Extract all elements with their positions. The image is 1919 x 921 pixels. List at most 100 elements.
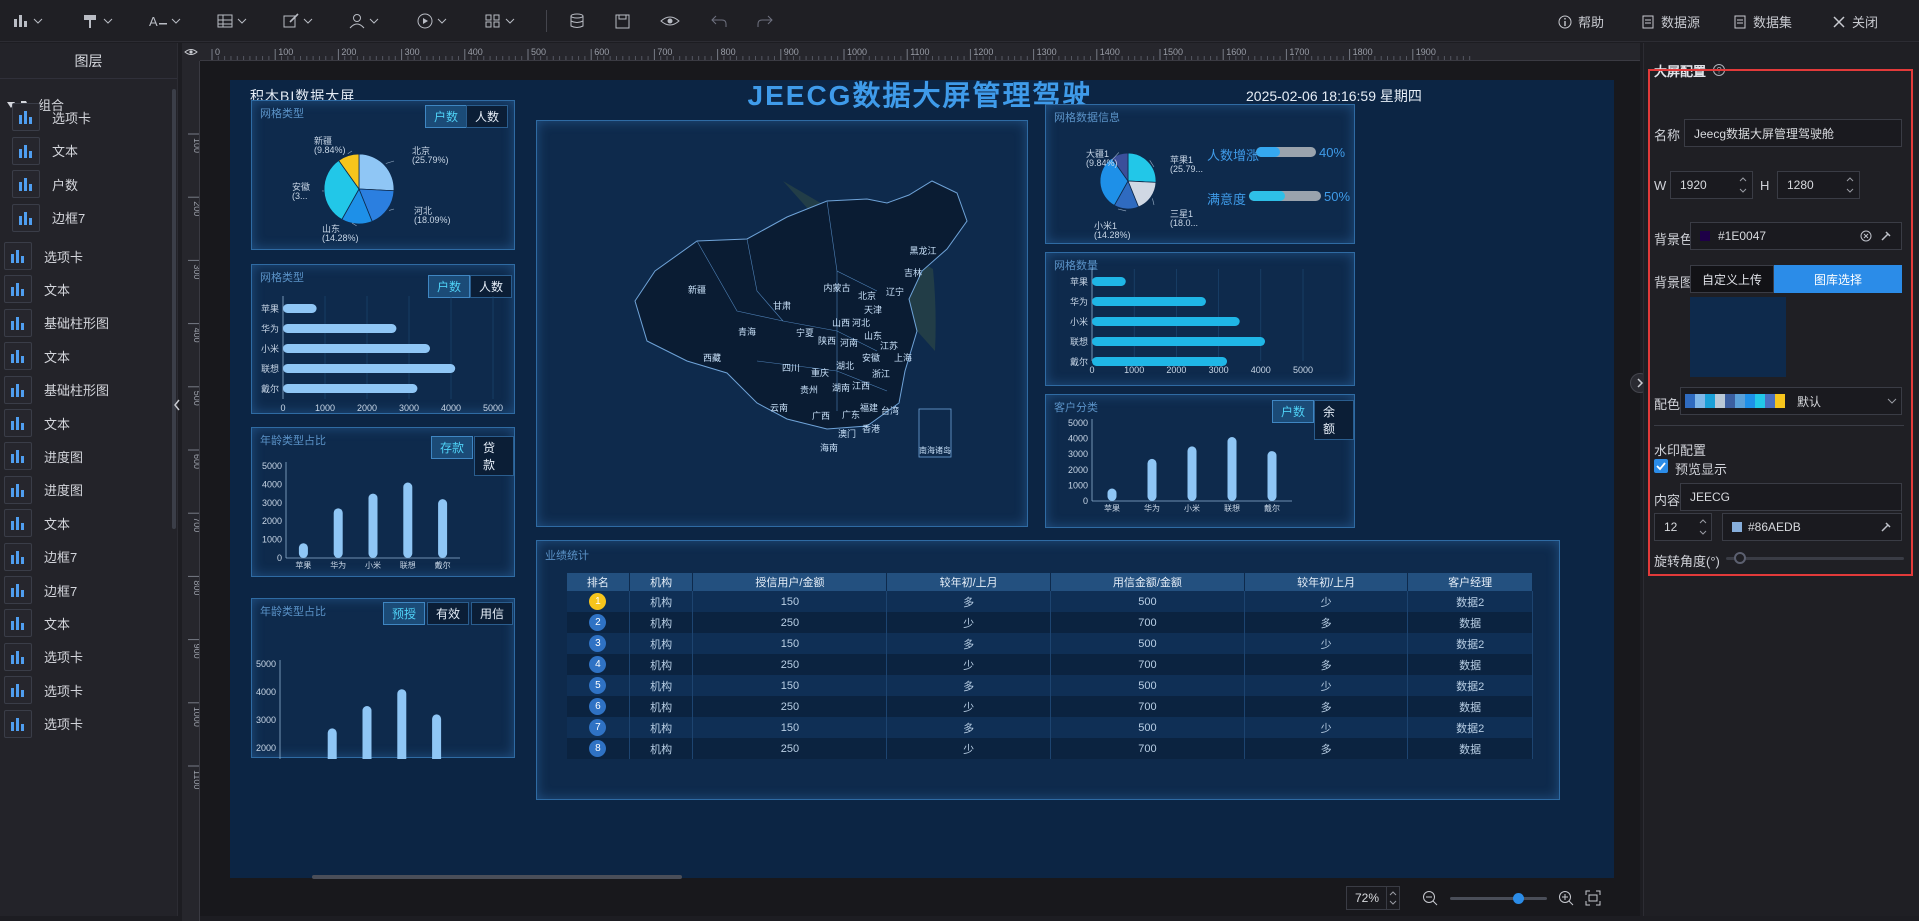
custom-upload-button[interactable]: 自定义上传: [1690, 265, 1774, 293]
pie-pct: (25.79%): [412, 155, 449, 165]
width-value: 1920: [1680, 178, 1707, 192]
stepper-arrows-icon[interactable]: [1737, 174, 1749, 196]
rotate-slider[interactable]: [1726, 557, 1904, 560]
bar: [283, 344, 430, 353]
name-input[interactable]: Jeecg数据大屏管理驾驶舱: [1684, 119, 1902, 147]
tick-label: 2000: [262, 516, 282, 526]
layer-item[interactable]: 边框7: [12, 204, 85, 232]
stepper-arrows-icon[interactable]: [1844, 174, 1856, 196]
bar-chart-icon: [12, 137, 40, 165]
big-screen-canvas[interactable]: 积木BI数据大屏 JEECG数据大屏管理驾驶舱 2025-02-06 18:16…: [230, 80, 1614, 880]
table-cell: 3: [567, 633, 629, 654]
panel-age-ratio-bar-2[interactable]: 年龄类型占比 预授 有效 用信 2000300040005000: [251, 598, 515, 758]
close-button[interactable]: 关闭: [1832, 12, 1878, 31]
palette-swatch: [1705, 394, 1715, 408]
zoom-slider-handle[interactable]: [1513, 893, 1524, 904]
panel-grid-type-pie[interactable]: 网格类型 户数 人数 北京(25.79%)河北(18.09%)山东(14.28%…: [251, 100, 515, 250]
user-menu-button[interactable]: [348, 10, 379, 32]
zoom-out-icon[interactable]: [1422, 890, 1438, 906]
layer-item[interactable]: 文本: [4, 609, 70, 637]
province-label: 青海: [738, 326, 756, 337]
panel-age-ratio-bar[interactable]: 年龄类型占比 存款 贷款 010002000300040005000苹果华为小米…: [251, 427, 515, 577]
save-button[interactable]: [614, 10, 632, 32]
panel-grid-count[interactable]: 网格数量 010002000300040005000苹果华为小米联想戴尔: [1045, 252, 1355, 386]
bar: [369, 494, 378, 558]
panel-china-map[interactable]: 新疆西藏青海甘肃内蒙古黑龙江吉林辽宁北京天津河北山西陕西宁夏山东河南四川重庆湖北…: [536, 120, 1028, 527]
layer-item[interactable]: 选项卡: [4, 676, 83, 704]
bg-image-preview[interactable]: [1690, 297, 1786, 377]
media-menu-button[interactable]: [416, 10, 447, 32]
layer-item[interactable]: 选项卡: [12, 103, 91, 131]
watermark-color-picker[interactable]: #86AEDB: [1722, 513, 1902, 541]
layer-item-label: 户数: [52, 175, 78, 194]
layer-item[interactable]: 进度图: [4, 442, 83, 470]
config-divider: [1654, 425, 1904, 426]
decoration-menu-button[interactable]: [82, 10, 113, 32]
toolbar-divider: [546, 10, 547, 32]
bar-chart-icon: [4, 309, 32, 337]
table-menu-button[interactable]: [216, 10, 247, 32]
eyedropper-icon[interactable]: [1880, 521, 1892, 533]
layer-item[interactable]: 基础柱形图: [4, 376, 109, 404]
palette-select[interactable]: 默认: [1680, 387, 1902, 415]
layer-item[interactable]: 选项卡: [4, 242, 83, 270]
layer-item[interactable]: 选项卡: [4, 643, 83, 671]
ruler-label: 800: [721, 47, 736, 57]
chart-menu-button[interactable]: [12, 10, 43, 32]
tick-label: 1000: [1124, 365, 1144, 375]
business-table: 排名机构授信用户/金额较年初/上月用信金额/金额较年初/上月客户经理 1机构15…: [567, 573, 1533, 759]
chevron-left-icon: [173, 399, 181, 411]
collapse-left-button[interactable]: [172, 383, 182, 427]
component-menu-button[interactable]: [484, 10, 515, 32]
table-cell: 数据2: [1408, 717, 1533, 738]
fit-screen-icon[interactable]: [1585, 890, 1601, 906]
watermark-content-input[interactable]: JEECG: [1680, 483, 1902, 511]
layer-item[interactable]: 边框7: [4, 543, 77, 571]
preview-button[interactable]: [660, 10, 680, 32]
layer-item[interactable]: 边框7: [4, 576, 77, 604]
redo-button[interactable]: [756, 10, 774, 32]
layer-item[interactable]: 文本: [4, 342, 70, 370]
datasource-button[interactable]: 数据源: [1641, 12, 1700, 31]
progress-label-satisfaction: 满意度: [1207, 189, 1246, 208]
layer-item-label: 选项卡: [52, 108, 91, 127]
province-label: 广西: [812, 410, 830, 421]
tick-label: 4000: [262, 479, 282, 489]
layer-item[interactable]: 文本: [12, 137, 78, 165]
category-label: 戴尔: [1264, 503, 1280, 513]
gallery-select-button[interactable]: 图库选择: [1774, 265, 1902, 293]
zoom-stepper[interactable]: [1386, 887, 1398, 909]
panel-grid-data-info[interactable]: 网格数据信息 苹果1(25.79...三星1(18.0...小米1(14.28%…: [1045, 104, 1355, 244]
layer-item[interactable]: 选项卡: [4, 710, 83, 738]
table-cell: 150: [693, 717, 887, 738]
help-button[interactable]: 帮助: [1558, 12, 1604, 31]
datasource-icon: [1641, 15, 1655, 29]
stepper-arrows-icon[interactable]: [1697, 516, 1709, 538]
layer-item[interactable]: 基础柱形图: [4, 309, 109, 337]
canvas-hscrollbar[interactable]: [312, 875, 682, 879]
undo-button[interactable]: [710, 10, 728, 32]
eyedropper-icon[interactable]: [1880, 230, 1892, 242]
panel-business-stats[interactable]: 业绩统计 排名机构授信用户/金额较年初/上月用信金额/金额较年初/上月客户经理 …: [536, 540, 1560, 800]
layer-item[interactable]: 文本: [4, 275, 70, 303]
layer-item[interactable]: 进度图: [4, 476, 83, 504]
bgcolor-picker[interactable]: #1E0047: [1690, 222, 1902, 250]
preview-checkbox[interactable]: [1654, 459, 1668, 473]
table-cell: 250: [693, 654, 887, 675]
layer-item[interactable]: 户数: [12, 170, 78, 198]
zoom-in-icon[interactable]: [1558, 890, 1574, 906]
layer-scrollbar[interactable]: [172, 89, 176, 529]
panel-customer-class[interactable]: 客户分类 户数 余额 010002000300040005000苹果华为小米联想…: [1045, 394, 1355, 528]
panel-grid-type-hbar[interactable]: 网格类型 户数 人数 010002000300040005000苹果华为小米联想…: [251, 264, 515, 414]
text-menu-button[interactable]: A: [148, 10, 181, 32]
dataset-button[interactable]: 数据集: [1733, 12, 1792, 31]
layer-item[interactable]: 文本: [4, 509, 70, 537]
clear-circle-icon[interactable]: [1860, 230, 1872, 242]
eye-icon: [184, 47, 198, 57]
ruler-toggle[interactable]: [182, 43, 200, 61]
layer-item[interactable]: 文本: [4, 409, 70, 437]
grid-type-pie-chart: 北京(25.79%)河北(18.09%)山东(14.28%)安徽(3...新疆(…: [252, 101, 516, 251]
zoom-slider[interactable]: [1450, 897, 1547, 900]
edit-menu-button[interactable]: [282, 10, 313, 32]
database-button[interactable]: [568, 10, 586, 32]
